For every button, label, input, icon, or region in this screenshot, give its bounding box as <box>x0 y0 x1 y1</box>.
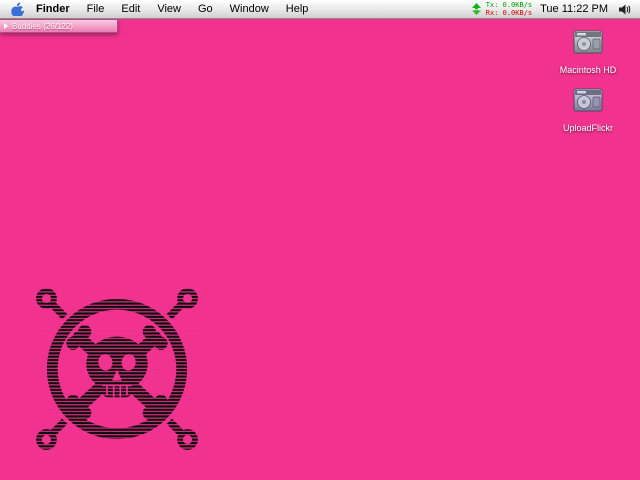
network-meter-icon[interactable] <box>471 3 482 15</box>
menu-item-view[interactable]: View <box>157 3 181 15</box>
menu-item-finder[interactable]: Finder <box>36 3 70 15</box>
volume-icon[interactable] <box>618 2 632 16</box>
menu-item-window[interactable]: Window <box>230 3 269 15</box>
desktop-icon-uploadflickr[interactable]: UploadFlickr <box>550 84 626 136</box>
rx-rate: Rx: 0.0KB/s <box>485 9 533 17</box>
menu-item-go[interactable]: Go <box>198 3 213 15</box>
desktop-icon-label: UploadFlickr <box>562 123 613 133</box>
menu-item-edit[interactable]: Edit <box>121 3 140 15</box>
network-rates[interactable]: Tx: 0.0KB/s Rx: 0.0KB/s <box>486 1 532 17</box>
skull-crossbones-graphic <box>34 286 200 452</box>
menu-bar: Finder File Edit View Go Window Help Tx:… <box>0 0 640 19</box>
disclosure-triangle-icon[interactable] <box>4 23 8 29</box>
hard-drive-icon <box>573 30 603 54</box>
menu-clock[interactable]: Tue 11:22 PM <box>540 3 608 15</box>
desktop[interactable]: Finder File Edit View Go Window Help Tx:… <box>0 0 640 480</box>
desktop-icon-macintosh-hd[interactable]: Macintosh HD <box>550 26 626 78</box>
menu-item-file[interactable]: File <box>87 3 105 15</box>
buddies-window-title: Buddies (26/122) <box>12 21 73 31</box>
tx-rate: Tx: 0.0KB/s <box>485 1 533 9</box>
desktop-icon-label: Macintosh HD <box>559 65 617 75</box>
apple-menu-icon[interactable] <box>10 2 24 16</box>
menu-item-help[interactable]: Help <box>286 3 309 15</box>
buddies-window-collapsed[interactable]: Buddies (26/122) <box>0 19 118 33</box>
hard-drive-icon <box>573 88 603 112</box>
